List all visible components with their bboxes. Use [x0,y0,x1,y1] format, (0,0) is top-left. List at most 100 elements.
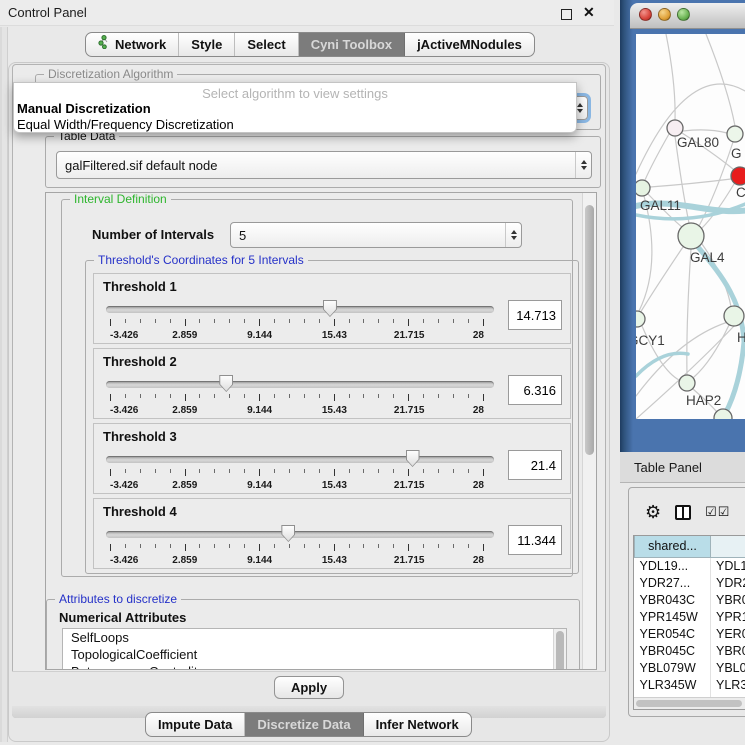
tab-style[interactable]: Style [179,33,235,56]
threshold-title: Threshold 2 [103,354,177,369]
table-row[interactable]: YER054CYER0 [635,625,745,642]
table-data-combobox[interactable]: galFiltered.sif default node [56,151,592,179]
threshold-slider[interactable]: -3.4262.8599.14415.4321.71528 [106,298,494,344]
slider-handle[interactable] [323,300,337,317]
tab-discretize-data[interactable]: Discretize Data [245,713,363,736]
table-data-value: galFiltered.sif default node [65,158,575,173]
cell-name[interactable]: YDR2 [711,574,745,591]
dropdown-option-manual[interactable]: Manual Discretization [17,101,151,116]
scrollbar-thumb[interactable] [636,700,742,707]
network-window-titlebar[interactable] [630,3,745,29]
minimize-traffic-light-icon[interactable] [658,8,671,21]
tick-label: -3.426 [110,330,138,341]
threshold-slider[interactable]: -3.4262.8599.14415.4321.71528 [106,448,494,494]
number-of-intervals-combobox[interactable]: 5 [230,222,522,248]
column-header-name[interactable]: na [711,536,745,557]
slider-track[interactable] [106,381,494,388]
table-panel-title: Table Panel [634,460,702,475]
node-label: GAL4 [690,250,725,265]
table-row[interactable]: YDR27...YDR2 [635,574,745,591]
tab-cyni-toolbox[interactable]: Cyni Toolbox [299,33,405,56]
network-node-g[interactable] [727,126,743,142]
tick-label: -3.426 [110,555,138,566]
attribute-list-item[interactable]: SelfLoops [63,629,566,646]
column-header-shared-name[interactable]: shared... [635,536,711,557]
tab-select[interactable]: Select [235,33,298,56]
cell-shared-name[interactable]: YBR043C [635,591,711,608]
threshold-slider[interactable]: -3.4262.8599.14415.4321.71528 [106,523,494,569]
table-row[interactable]: YPR145WYPR1 [635,608,745,625]
tab-infer-network[interactable]: Infer Network [364,713,471,736]
network-node-gal80[interactable] [667,120,683,136]
attribute-list-item[interactable]: BetweennessCentrality [63,663,566,670]
gear-icon[interactable]: ⚙ [645,503,661,521]
checked-checkbox-icons[interactable]: ☑☑ [705,504,730,520]
cell-shared-name[interactable]: YDR27... [635,574,711,591]
attribute-list-item[interactable]: TopologicalCoefficient [63,646,566,663]
slider-track[interactable] [106,306,494,313]
slider-handle[interactable] [219,375,233,392]
zoom-traffic-light-icon[interactable] [677,8,690,21]
threshold-value-input[interactable] [508,375,562,405]
table-horizontal-scrollbar[interactable] [634,697,745,709]
network-canvas[interactable]: GAL80GCGAL11GAL4GCY1HHAP2 [636,34,745,419]
apply-button[interactable]: Apply [274,676,344,699]
cell-name[interactable]: YBR0 [711,642,745,659]
slider-tick-labels: -3.4262.8599.14415.4321.71528 [110,330,484,343]
tab-jactivemnodules[interactable]: jActiveMNodules [405,33,534,56]
node-label: HAP2 [686,393,721,408]
table-data-group: Table Data galFiltered.sif default node [45,136,601,188]
network-edge [706,34,735,126]
slider-handle[interactable] [281,525,295,542]
cell-shared-name[interactable]: YPR145W [635,608,711,625]
screen: Control Panel ✕ Network Style Select Cyn… [0,0,745,745]
slider-handle[interactable] [406,450,420,467]
network-node-gal4[interactable] [678,223,704,249]
cell-shared-name[interactable]: YBR045C [635,642,711,659]
number-of-intervals-label: Number of Intervals [92,227,214,242]
list-scrollbar[interactable] [553,629,566,670]
threshold-value-input[interactable] [508,450,562,480]
cell-name[interactable]: YPR1 [711,608,745,625]
threshold-2-panel: Threshold 2 -3.4262.8599.14415.4321.7152… [93,348,571,419]
numerical-attributes-list[interactable]: SelfLoopsTopologicalCoefficientBetweenne… [62,628,567,670]
tab-network[interactable]: Network [86,33,179,56]
split-columns-icon[interactable] [675,505,691,520]
node-table[interactable]: shared... na YDL19...YDL1YDR27...YDR2YBR… [633,535,745,710]
cell-shared-name[interactable]: YDL19... [635,557,711,574]
network-node-h[interactable] [724,306,744,326]
scrollbar-thumb[interactable] [585,205,594,455]
cell-shared-name[interactable]: YBL079W [635,659,711,676]
group-label: Discretization Algorithm [44,67,177,81]
table-row[interactable]: YDL19...YDL1 [635,557,745,574]
slider-track[interactable] [106,456,494,463]
dropdown-option-equal-width[interactable]: Equal Width/Frequency Discretization [17,117,234,132]
network-node-gcy1[interactable] [636,311,645,327]
cell-name[interactable]: YER0 [711,625,745,642]
threshold-value-input[interactable] [508,525,562,555]
network-node-c[interactable] [731,167,745,185]
cell-shared-name[interactable]: YER054C [635,625,711,642]
network-edge-highlighted [636,353,688,376]
network-icon [98,33,110,56]
cell-name[interactable]: YBR0 [711,591,745,608]
cell-shared-name[interactable]: YLR345W [635,676,711,693]
tab-label: Style [191,33,222,56]
cell-name[interactable]: YDL1 [711,557,745,574]
close-traffic-light-icon[interactable] [639,8,652,21]
slider-track[interactable] [106,531,494,538]
network-node-hap2[interactable] [679,375,695,391]
float-window-icon[interactable] [561,9,572,20]
tab-impute-data[interactable]: Impute Data [146,713,245,736]
threshold-slider[interactable]: -3.4262.8599.14415.4321.71528 [106,373,494,419]
table-row[interactable]: YBL079WYBL0 [635,659,745,676]
cell-name[interactable]: YBL0 [711,659,745,676]
settings-vertical-scrollbar[interactable] [582,193,596,669]
table-row[interactable]: YBR045CYBR0 [635,642,745,659]
threshold-value-input[interactable] [508,300,562,330]
cell-name[interactable]: YLR3 [711,676,745,693]
close-icon[interactable]: ✕ [583,4,595,21]
table-row[interactable]: YBR043CYBR0 [635,591,745,608]
table-row[interactable]: YLR345WYLR3 [635,676,745,693]
network-node-gal11[interactable] [636,180,650,196]
